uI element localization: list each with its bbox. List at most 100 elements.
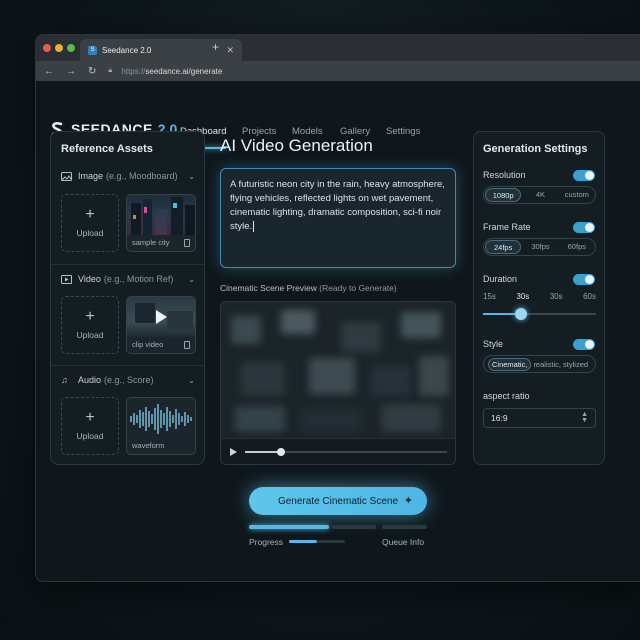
video-preview[interactable] [220,301,456,465]
resolution-option-4k[interactable]: 4K [523,188,557,202]
divider [51,264,204,265]
prompt-textarea[interactable]: A futuristic neon city in the rain, heav… [220,168,456,268]
url-text[interactable]: https://seedance.ai/generate [121,67,222,76]
video-icon [61,274,73,284]
upload-label: Upload [76,431,104,441]
upload-label: Upload [76,330,104,340]
audio-asset-hint: (e.g., Score) [104,375,154,385]
chevron-down-icon[interactable]: ⌄ [188,376,195,385]
address-bar[interactable]: ← → ↻ 🔒︎ https://seedance.ai/generate [36,61,640,81]
progress-label: Progress [249,537,284,547]
duration-tick-selected[interactable]: 30s [516,292,529,301]
style-others[interactable]: realistic, stylized [533,360,588,369]
aspect-ratio-select[interactable]: 16:9 ▲ ▼ [483,408,596,428]
generation-settings-panel: Generation Settings Resolution 1080p 4K … [473,131,605,465]
scrubber-progress [245,451,282,453]
frame-rate-selector: 24fps 30fps 60fps [483,238,596,256]
preview-blur [231,316,261,344]
video-thumbnail[interactable]: clip video [126,296,196,354]
frame-rate-option-60fps[interactable]: 60fps [560,240,594,254]
preview-blur [301,408,361,432]
file-icon [184,341,190,349]
nav-settings[interactable]: Settings [386,126,420,137]
style-selected[interactable]: Cinematic, [488,357,532,371]
generate-button[interactable]: Generate Cinematic Scene ✦ [249,487,427,515]
image-upload-button[interactable]: + Upload [61,194,119,252]
play-icon[interactable] [156,310,167,324]
duration-label: Duration [483,274,518,284]
resolution-option-custom[interactable]: custom [560,188,594,202]
queue-info-label[interactable]: Queue Info [382,537,424,547]
clip-thumbnail-image [127,297,195,337]
audio-upload-button[interactable]: + Upload [61,397,119,455]
reference-assets-title: Reference Assets [61,143,153,155]
select-arrows-icon: ▲ ▼ [581,411,588,424]
duration-tick[interactable]: 30s [550,292,563,301]
reference-assets-panel: Reference Assets Image (e.g., Moodboard)… [50,131,205,465]
minimize-window-dot[interactable] [55,44,63,52]
close-window-dot[interactable] [43,44,51,52]
lock-icon: 🔒︎ [108,67,113,74]
prompt-text: A futuristic neon city in the rain, heav… [230,179,445,232]
duration-toggle[interactable] [573,274,595,285]
scrubber[interactable] [245,448,447,456]
style-toggle[interactable] [573,339,595,350]
generation-settings-title: Generation Settings [483,143,588,155]
progress-bar [249,525,329,529]
duration-tick-labels: 15s 30s 30s 60s [483,292,596,301]
page-title: AI Video Generation [220,136,373,155]
resolution-label: Resolution [483,170,526,180]
upload-label: Upload [76,228,104,238]
image-thumbnail[interactable]: sample city [126,194,196,252]
preview-blur [419,356,449,396]
preview-blur [281,310,315,334]
divider [51,365,204,366]
audio-asset-label: Audio [78,375,102,385]
audio-thumbnail[interactable]: waveform [126,397,196,455]
maximize-window-dot[interactable] [67,44,75,52]
seedance-favicon-icon: S [88,45,97,55]
generate-label: Generate Cinematic Scene [277,495,399,507]
file-icon [184,239,190,247]
image-icon [61,171,73,181]
duration-slider[interactable] [483,308,596,320]
chevron-down-icon[interactable]: ⌄ [188,275,195,284]
image-asset-header: Image (e.g., Moodboard) ⌄ [61,171,195,181]
scrubber-handle[interactable] [277,448,286,456]
preview-blur [381,404,441,432]
waveform-icon [130,404,192,434]
reload-icon[interactable]: ↻ [88,66,96,77]
queue-bar [382,525,427,529]
video-asset-label: Video [78,274,101,284]
frame-rate-option-24fps[interactable]: 24fps [485,240,522,254]
style-selector[interactable]: Cinematic, realistic, stylized [483,355,596,373]
duration-tick[interactable]: 15s [483,292,496,301]
plus-icon: + [85,409,95,426]
progress-mini-track [317,540,345,543]
preview-blur [341,322,381,352]
back-icon[interactable]: ← [44,66,54,77]
resolution-toggle[interactable] [573,170,595,181]
duration-tick[interactable]: 60s [583,292,596,301]
audio-thumbnail-caption: waveform [132,441,165,450]
preview-label: Cinematic Scene Preview (Ready to Genera… [220,283,397,293]
close-tab-icon[interactable]: ✕ [226,45,234,56]
new-tab-icon[interactable]: + [212,40,219,54]
forward-icon[interactable]: → [66,66,76,77]
video-upload-button[interactable]: + Upload [61,296,119,354]
plus-icon: + [85,206,95,223]
resolution-selector: 1080p 4K custom [483,186,596,204]
play-icon[interactable] [230,448,237,456]
music-note-icon: ♫ [61,375,68,385]
progress-bar-track [332,525,376,529]
frame-rate-option-30fps[interactable]: 30fps [523,240,557,254]
plus-icon: + [85,308,95,325]
tab-title: Seedance 2.0 [102,45,152,55]
sparkle-icon: ✦ [403,495,413,507]
duration-slider-handle[interactable] [515,308,528,320]
preview-status: (Ready to Generate) [319,283,397,293]
frame-rate-toggle[interactable] [573,222,595,233]
resolution-option-1080p[interactable]: 1080p [485,188,522,202]
preview-blur [235,406,285,432]
chevron-down-icon[interactable]: ⌄ [188,172,195,181]
